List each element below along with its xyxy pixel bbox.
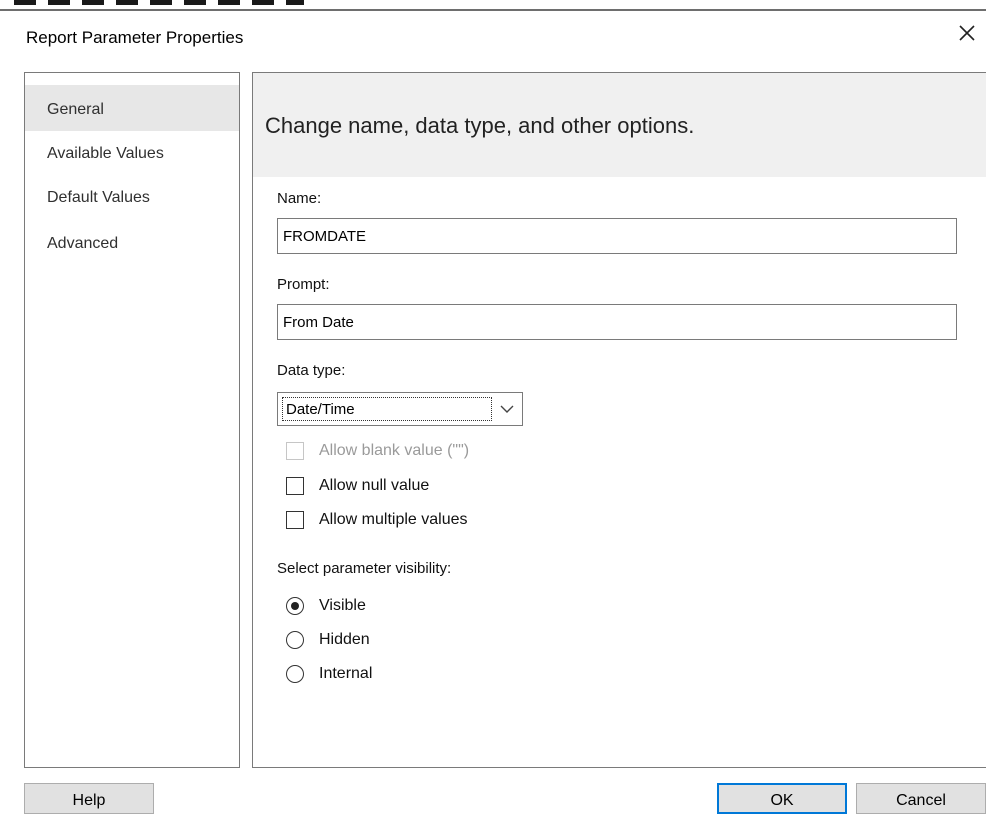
page-header-banner: Change name, data type, and other option…: [253, 73, 986, 177]
allow-multiple-label: Allow multiple values: [319, 511, 468, 528]
data-type-value: Date/Time: [282, 397, 492, 421]
nav-item-label: Default Values: [47, 189, 150, 206]
allow-blank-checkbox[interactable]: [286, 442, 304, 460]
nav-item-label: Available Values: [47, 145, 164, 162]
radio-selected-dot: [291, 602, 299, 610]
allow-null-checkbox[interactable]: [286, 477, 304, 495]
data-type-label: Data type:: [277, 362, 346, 379]
visible-radio-label: Visible: [319, 597, 366, 614]
name-label: Name:: [277, 190, 322, 207]
close-icon-glyph: [959, 25, 975, 41]
ok-button[interactable]: OK: [717, 783, 847, 814]
help-button[interactable]: Help: [24, 783, 154, 814]
close-icon[interactable]: [958, 22, 976, 48]
background-toolbar-marks: [14, 0, 304, 5]
nav-item-default-values[interactable]: Default Values: [25, 173, 239, 219]
visibility-label: Select parameter visibility:: [277, 560, 452, 577]
nav-item-available-values[interactable]: Available Values: [25, 129, 239, 175]
visible-radio[interactable]: [286, 597, 304, 615]
hidden-radio[interactable]: [286, 631, 304, 649]
nav-item-advanced[interactable]: Advanced: [25, 219, 239, 265]
allow-multiple-checkbox[interactable]: [286, 511, 304, 529]
nav-item-label: General: [47, 101, 104, 118]
page-navigation: General Available Values Default Values …: [24, 72, 240, 768]
page-heading: Change name, data type, and other option…: [265, 113, 695, 138]
dialog-title: Report Parameter Properties: [26, 28, 244, 47]
prompt-field[interactable]: From Date: [277, 304, 957, 340]
window-top-border: [0, 9, 986, 11]
prompt-label: Prompt:: [277, 276, 330, 293]
chevron-down-icon: [500, 405, 514, 413]
name-field[interactable]: FROMDATE: [277, 218, 957, 254]
internal-radio[interactable]: [286, 665, 304, 683]
allow-null-label: Allow null value: [319, 477, 430, 494]
nav-item-general[interactable]: General: [25, 85, 239, 131]
data-type-dropdown[interactable]: Date/Time: [277, 392, 523, 426]
internal-radio-label: Internal: [319, 665, 373, 682]
background-window-strip: [0, 0, 986, 12]
cancel-button[interactable]: Cancel: [856, 783, 986, 814]
allow-blank-label: Allow blank value (""): [319, 442, 470, 459]
nav-item-label: Advanced: [47, 235, 119, 252]
hidden-radio-label: Hidden: [319, 631, 370, 648]
